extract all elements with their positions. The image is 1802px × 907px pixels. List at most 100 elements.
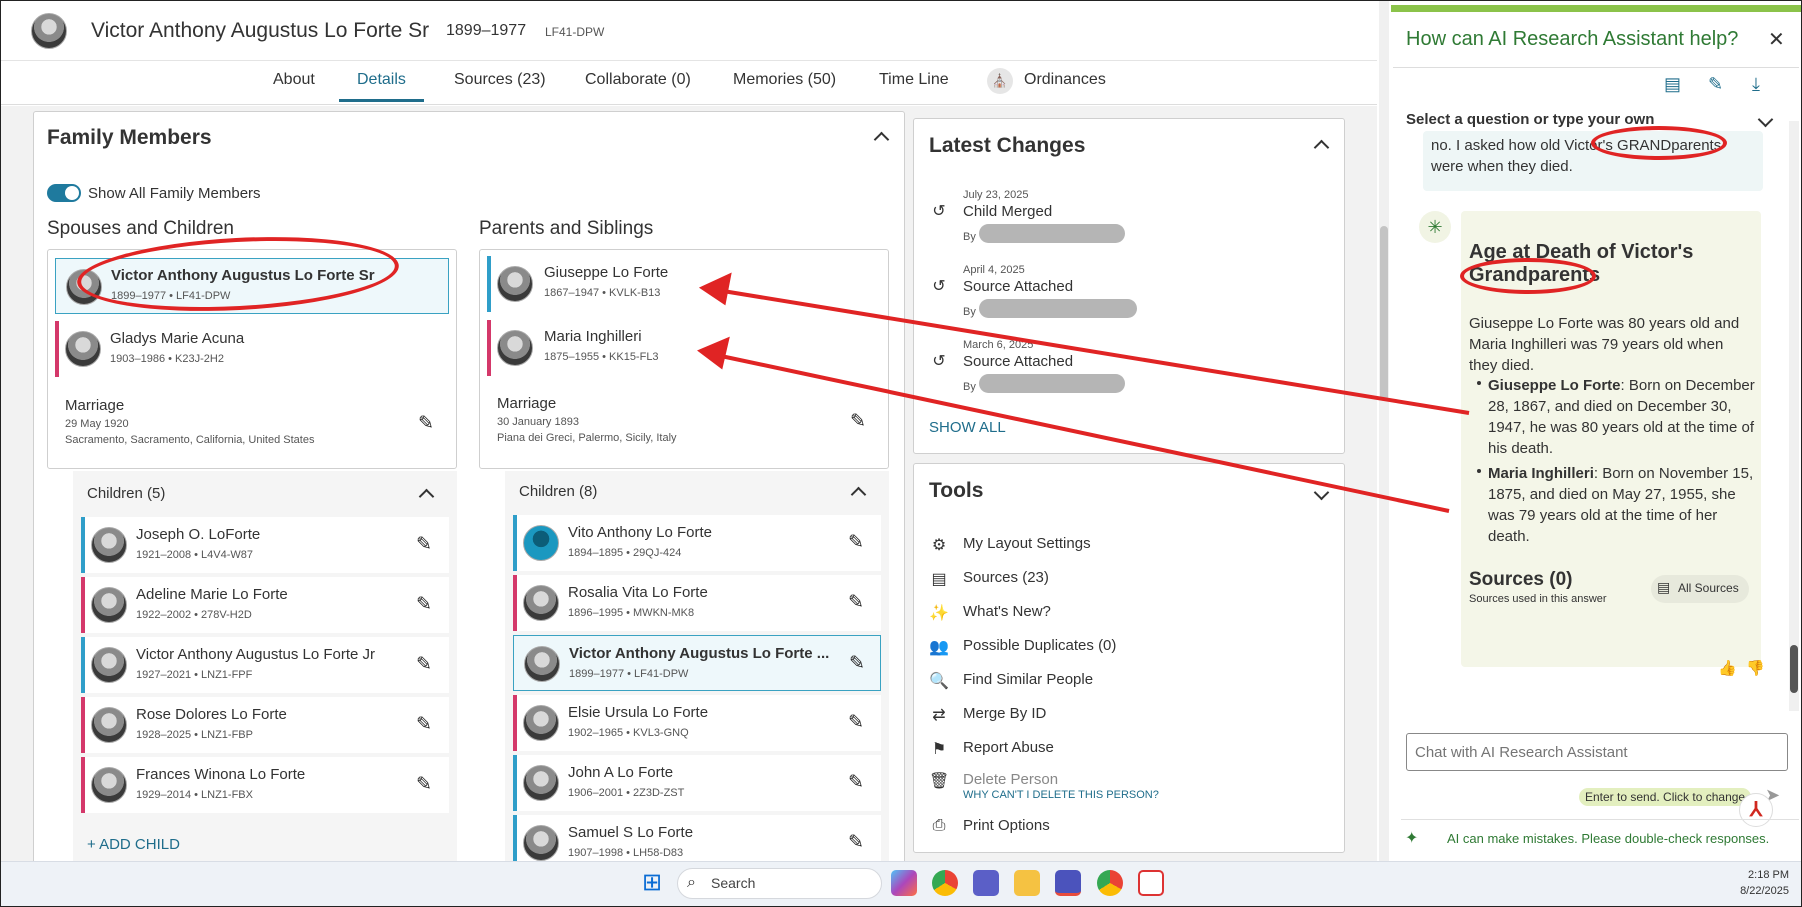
chrome-icon[interactable] xyxy=(932,870,958,896)
pdf-icon[interactable]: ⅄ xyxy=(1739,793,1773,827)
child-row[interactable]: Joseph O. LoForte 1921–2008 • L4V4-W87 ✎ xyxy=(81,517,449,573)
bullet-1-name: Giuseppe Lo Forte xyxy=(1488,377,1621,394)
child-row[interactable]: Frances Winona Lo Forte 1929–2014 • LNZ1-… xyxy=(81,757,449,813)
person-name[interactable]: Elsie Ursula Lo Forte xyxy=(568,704,832,721)
tool-item[interactable]: Find Similar People xyxy=(963,671,1093,688)
taskbar-search[interactable] xyxy=(677,868,882,899)
tab-ordinances[interactable]: Ordinances xyxy=(1024,71,1106,99)
person-name[interactable]: Rose Dolores Lo Forte xyxy=(136,706,406,723)
tool-item[interactable]: Print Options xyxy=(963,817,1050,834)
father-row[interactable]: Giuseppe Lo Forte 1867–1947 • KVLK-B13 xyxy=(487,256,881,312)
edit-marriage-icon[interactable]: ✎ xyxy=(847,411,869,433)
edit-icon[interactable]: ✎ xyxy=(845,712,867,734)
person-name[interactable]: Samuel S Lo Forte xyxy=(568,824,832,841)
thumbs-up-icon[interactable]: 👍 xyxy=(1718,659,1737,677)
tab-timeline[interactable]: Time Line xyxy=(879,71,949,99)
person-name[interactable]: Victor Anthony Augustus Lo Forte ... xyxy=(569,645,833,662)
close-icon[interactable]: ✕ xyxy=(1768,27,1785,52)
why-cant-delete-link[interactable]: WHY CAN'T I DELETE THIS PERSON? xyxy=(963,789,1159,801)
chrome-profile-icon[interactable] xyxy=(1097,870,1123,896)
add-child-link[interactable]: + ADD CHILD xyxy=(87,836,180,853)
person-name[interactable]: John A Lo Forte xyxy=(568,764,832,781)
copilot-icon[interactable] xyxy=(891,870,917,896)
ai-panel-top-bar xyxy=(1391,5,1801,12)
tab-collaborate[interactable]: Collaborate (0) xyxy=(585,71,691,99)
tab-sources[interactable]: Sources (23) xyxy=(454,71,546,99)
sibling-row[interactable]: Vito Anthony Lo Forte 1894–1895 • 29QJ-42… xyxy=(513,515,881,571)
avatar xyxy=(91,647,127,683)
person-name[interactable]: Frances Winona Lo Forte xyxy=(136,766,406,783)
child-row[interactable]: Victor Anthony Augustus Lo Forte Jr 1927–… xyxy=(81,637,449,693)
ai-scrollbar-thumb[interactable] xyxy=(1790,645,1798,693)
tool-item[interactable]: My Layout Settings xyxy=(963,535,1091,552)
edit-icon[interactable]: ✎ xyxy=(413,594,435,616)
question-select-label[interactable]: Select a question or type your own xyxy=(1406,111,1654,128)
chat-input[interactable] xyxy=(1415,741,1775,763)
sibling-row[interactable]: Victor Anthony Augustus Lo Forte ... 1899… xyxy=(513,635,881,691)
thumbs-down-icon[interactable]: 👎 xyxy=(1746,659,1765,677)
tool-item[interactable]: Possible Duplicates (0) xyxy=(963,637,1116,654)
person-name[interactable]: Giuseppe Lo Forte xyxy=(544,264,864,281)
mother-row[interactable]: Maria Inghilleri 1875–1955 • KK15-FL3 xyxy=(487,320,881,376)
teams-chat-icon[interactable] xyxy=(973,870,999,896)
edit-icon[interactable]: ✎ xyxy=(413,534,435,556)
sibling-row[interactable]: Elsie Ursula Lo Forte 1902–1965 • KVL3-GN… xyxy=(513,695,881,751)
redacted-contributor xyxy=(979,224,1125,243)
person-name[interactable]: Rosalia Vita Lo Forte xyxy=(568,584,832,601)
edit-note-icon[interactable]: ✎ xyxy=(1708,74,1723,95)
snipping-tool-icon[interactable] xyxy=(1138,870,1164,896)
person-name[interactable]: Adeline Marie Lo Forte xyxy=(136,586,406,603)
edit-icon[interactable]: ✎ xyxy=(845,832,867,854)
gender-bar xyxy=(81,697,85,753)
change-by: By xyxy=(963,306,976,318)
tab-about[interactable]: About xyxy=(273,71,315,99)
archive-icon[interactable]: ▤ xyxy=(1664,74,1681,95)
show-all-toggle[interactable] xyxy=(47,184,81,202)
sibling-row[interactable]: Rosalia Vita Lo Forte 1896–1995 • MWKN-MK… xyxy=(513,575,881,631)
clock-date[interactable]: 8/22/2025 xyxy=(1734,885,1789,897)
download-icon[interactable]: ⤓ xyxy=(1752,74,1760,95)
tab-details[interactable]: Details xyxy=(339,71,424,102)
sibling-row[interactable]: John A Lo Forte 1906–2001 • 2Z3D-ZST ✎ xyxy=(513,755,881,811)
person-info: 1894–1895 • 29QJ-424 xyxy=(568,547,682,559)
person-name[interactable]: Victor Anthony Augustus Lo Forte Jr xyxy=(136,646,406,663)
enter-to-send-hint[interactable]: Enter to send. Click to change xyxy=(1579,788,1752,806)
child-row[interactable]: Adeline Marie Lo Forte 1922–2002 • 278V-H… xyxy=(81,577,449,633)
edit-icon[interactable]: ✎ xyxy=(413,774,435,796)
change-by: By xyxy=(963,381,976,393)
person-info: 1903–1986 • K23J-2H2 xyxy=(110,353,224,365)
tab-memories[interactable]: Memories (50) xyxy=(733,71,836,99)
tool-item[interactable]: What's New? xyxy=(963,603,1051,620)
show-all-link[interactable]: SHOW ALL xyxy=(929,419,1006,436)
edit-icon[interactable]: ✎ xyxy=(845,592,867,614)
page-scrollbar-thumb[interactable] xyxy=(1380,226,1388,401)
edit-icon[interactable]: ✎ xyxy=(845,532,867,554)
start-icon[interactable]: ⊞ xyxy=(639,870,665,896)
person-avatar[interactable] xyxy=(31,13,67,49)
person-name[interactable]: Joseph O. LoForte xyxy=(136,526,406,543)
tool-item[interactable]: Sources (23) xyxy=(963,569,1049,586)
spouse-row[interactable]: Gladys Marie Acuna 1903–1986 • K23J-2H2 xyxy=(55,321,449,377)
ai-scrollbar[interactable] xyxy=(1789,121,1799,711)
person-info: 1867–1947 • KVLK-B13 xyxy=(544,287,661,299)
edit-icon[interactable]: ✎ xyxy=(845,772,867,794)
page-scrollbar[interactable] xyxy=(1379,1,1389,861)
child-row[interactable]: Rose Dolores Lo Forte 1928–2025 • LNZ1-FB… xyxy=(81,697,449,753)
edit-icon[interactable]: ✎ xyxy=(413,654,435,676)
edit-icon[interactable]: ✎ xyxy=(413,714,435,736)
person-name[interactable]: Maria Inghilleri xyxy=(544,328,864,345)
person-name[interactable]: Vito Anthony Lo Forte xyxy=(568,524,832,541)
tool-item[interactable]: Merge By ID xyxy=(963,705,1046,722)
teams-icon[interactable] xyxy=(1055,870,1081,896)
tool-item[interactable]: Delete Person xyxy=(963,771,1058,788)
person-id[interactable]: LF41-DPW xyxy=(545,25,604,39)
history-icon: ↺ xyxy=(932,203,946,220)
person-name[interactable]: Gladys Marie Acuna xyxy=(110,330,430,347)
tool-item[interactable]: Report Abuse xyxy=(963,739,1054,756)
clock-time[interactable]: 2:18 PM xyxy=(1741,869,1789,881)
gender-bar xyxy=(487,256,491,312)
edit-icon[interactable]: ✎ xyxy=(846,653,868,675)
person-dates: 1899–1977 xyxy=(446,22,527,39)
file-explorer-icon[interactable] xyxy=(1014,870,1040,896)
edit-marriage-icon[interactable]: ✎ xyxy=(415,413,437,435)
